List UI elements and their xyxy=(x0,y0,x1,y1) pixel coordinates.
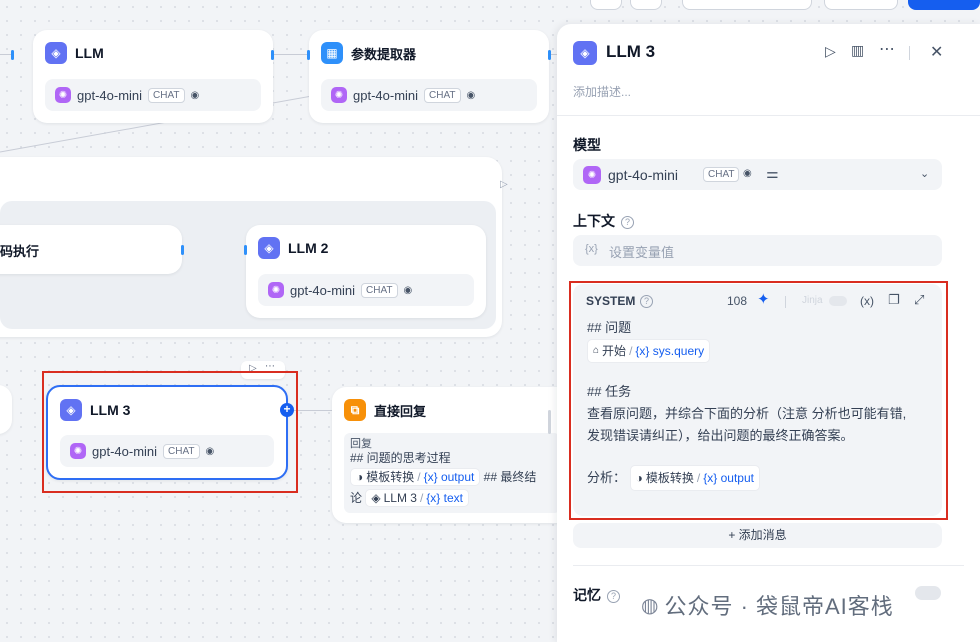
template-icon: ◑ xyxy=(356,470,364,484)
openai-icon: ✺ xyxy=(268,282,284,298)
eye-icon: ◉ xyxy=(403,284,413,296)
memory-label: 记忆 xyxy=(573,587,601,603)
node-title: 参数提取器 xyxy=(351,46,417,62)
param-extractor-icon: ▦ xyxy=(321,42,343,64)
eye-icon: ◉ xyxy=(466,89,476,101)
chat-tag: CHAT xyxy=(361,282,398,298)
model-params-icon[interactable]: ⚌ xyxy=(766,165,779,182)
node-direct-answer[interactable]: ⧉ 直接回复 回复 ## 问题的思考过程 ◑ 模板转换 / {x} output ##… xyxy=(332,387,572,523)
run-icon[interactable]: ▷ xyxy=(825,43,836,60)
node-handle[interactable] xyxy=(11,50,14,60)
docs-icon[interactable]: ▥ xyxy=(851,42,864,59)
checklist-button[interactable] xyxy=(824,0,898,10)
model-name: gpt-4o-mini xyxy=(77,87,143,103)
node-title: LLM 2 xyxy=(288,240,329,256)
answer-line: ## 问题的思考过程 xyxy=(350,451,451,465)
publish-button[interactable] xyxy=(908,0,980,10)
node-handle[interactable] xyxy=(307,50,310,60)
node-llm-2[interactable]: ◈ LLM 2 ✺ gpt-4o-mini CHAT ◉ xyxy=(246,225,486,318)
more-icon[interactable]: ⋯ xyxy=(879,39,895,59)
highlight-box xyxy=(42,371,298,493)
history-button[interactable] xyxy=(630,0,662,10)
variable-chip: ◈ LLM 3/{x} text xyxy=(365,489,469,507)
answer-line: 回复 xyxy=(350,438,372,450)
node-handle[interactable] xyxy=(271,50,274,60)
openai-icon: ✺ xyxy=(583,166,601,184)
node-handle[interactable] xyxy=(181,245,184,255)
model-name: gpt-4o-mini xyxy=(290,282,356,298)
node-title: 直接回复 xyxy=(374,403,427,419)
help-icon[interactable]: ? xyxy=(607,590,620,604)
highlight-box xyxy=(569,281,948,520)
answer-icon: ⧉ xyxy=(344,399,366,421)
node-code-exec[interactable]: 码执行 xyxy=(0,225,182,274)
chat-tag: CHAT xyxy=(424,87,461,103)
wechat-icon: ◍ xyxy=(641,594,659,617)
node-title: LLM xyxy=(75,45,104,61)
context-variable-input[interactable]: {x} 设置变量值 xyxy=(573,235,942,266)
scrollbar[interactable] xyxy=(548,410,551,434)
help-icon[interactable]: ? xyxy=(621,216,634,230)
llm-icon: ◈ xyxy=(258,237,280,259)
llm-icon: ◈ xyxy=(45,42,67,64)
variable-chip: ◑ 模板转换 / {x} output xyxy=(350,468,481,486)
model-name: gpt-4o-mini xyxy=(353,87,419,103)
node-title: 码执行 xyxy=(0,244,40,259)
node-handle[interactable] xyxy=(548,50,551,60)
edge xyxy=(274,54,310,55)
node-partial[interactable] xyxy=(0,385,12,434)
node-handle[interactable] xyxy=(244,245,247,255)
answer-preview: 回复 ## 问题的思考过程 ◑ 模板转换 / {x} output ## 最终结 论 … xyxy=(344,433,560,513)
close-icon[interactable]: ✕ xyxy=(930,42,943,62)
chevron-down-icon: ⌄ xyxy=(920,168,930,180)
toolbar-fragment xyxy=(590,0,980,10)
chat-tag: CHAT xyxy=(703,167,740,182)
eye-icon: ◉ xyxy=(190,89,200,101)
model-label: 模型 xyxy=(573,137,601,153)
add-message-button[interactable]: + 添加消息 xyxy=(573,523,942,548)
divider xyxy=(557,115,980,116)
memory-toggle[interactable] xyxy=(915,586,941,600)
run-button[interactable] xyxy=(590,0,622,10)
watermark: ◍ 公众号 · 袋鼠帝AI客栈 xyxy=(641,594,894,619)
context-placeholder: 设置变量值 xyxy=(609,245,675,260)
llm-icon: ◈ xyxy=(573,41,597,65)
features-button[interactable] xyxy=(682,0,812,10)
collapse-arrow-icon[interactable]: ▷ xyxy=(500,179,508,190)
divider xyxy=(909,46,910,60)
panel-title[interactable]: LLM 3 xyxy=(606,42,655,62)
llm-icon: ◈ xyxy=(371,491,381,505)
node-param-extractor[interactable]: ▦ 参数提取器 ✺ gpt-4o-mini CHAT ◉ xyxy=(309,30,549,123)
divider xyxy=(573,565,964,566)
node-llm[interactable]: ◈ LLM ✺ gpt-4o-mini CHAT ◉ xyxy=(33,30,273,123)
answer-text: 论 xyxy=(350,491,363,505)
model-name: gpt-4o-mini xyxy=(608,167,679,183)
openai-icon: ✺ xyxy=(55,87,71,103)
openai-icon: ✺ xyxy=(331,87,347,103)
edge xyxy=(292,410,332,411)
context-label: 上下文 xyxy=(573,213,615,229)
chat-tag: CHAT xyxy=(148,87,185,103)
answer-text: ## 最终结 xyxy=(483,470,537,484)
description-input[interactable]: 添加描述... xyxy=(573,83,631,100)
eye-icon: ◉ xyxy=(743,168,752,179)
variable-icon: {x} xyxy=(585,243,598,255)
model-selector[interactable]: ✺ gpt-4o-mini CHAT ◉ ⚌ ⌄ xyxy=(573,159,942,190)
